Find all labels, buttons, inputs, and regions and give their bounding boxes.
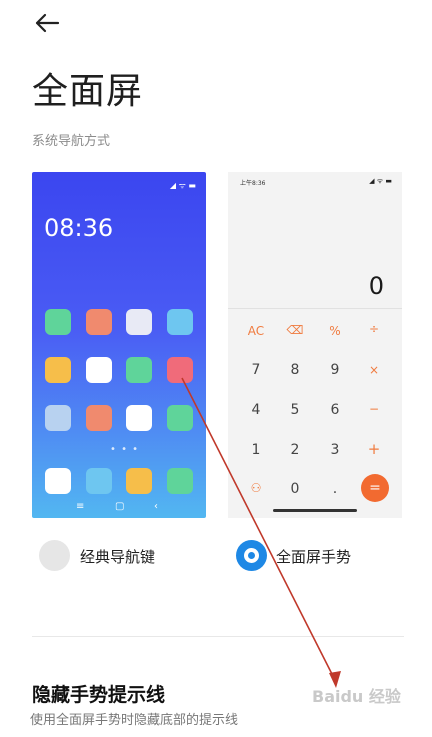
status-time: 上午8:36 <box>240 180 266 187</box>
calc-key-1: 1 <box>251 442 261 458</box>
app-icon <box>45 357 71 383</box>
app-icon <box>126 405 152 431</box>
calc-key-9: 9 <box>330 362 340 378</box>
dock-app-icon <box>167 468 193 494</box>
dock-app-icon <box>45 468 71 494</box>
app-icon <box>86 309 112 335</box>
app-icon <box>45 309 71 335</box>
section-subtitle: 系统导航方式 <box>32 134 111 149</box>
classic-navigation-label[interactable]: 经典导航键 <box>80 546 155 567</box>
gesture-navigation-radio[interactable] <box>236 540 267 571</box>
calc-key-multiply: × <box>368 363 380 377</box>
hide-gesture-line-title[interactable]: 隐藏手势提示线 <box>32 680 165 707</box>
page-indicator: • • • <box>110 444 140 455</box>
gesture-navigation-label[interactable]: 全面屏手势 <box>276 546 351 567</box>
app-icon <box>45 405 71 431</box>
home-icon: ▢ <box>115 501 125 512</box>
home-clock: 08:36 <box>44 214 114 242</box>
classic-navigation-radio[interactable] <box>39 540 70 571</box>
app-icon <box>126 309 152 335</box>
gesture-navigation-preview[interactable]: 上午8:36 ◢ ᯤ ▬ 0 AC ⌫ % ÷ 7 8 9 × 4 5 6 − … <box>228 172 402 518</box>
section-divider <box>32 636 404 637</box>
app-icon <box>167 309 193 335</box>
calc-key-3: 3 <box>330 442 340 458</box>
back-arrow-icon[interactable] <box>34 12 60 34</box>
calc-key-backspace: ⌫ <box>286 323 304 337</box>
app-icon <box>126 357 152 383</box>
calc-key-minus: − <box>368 402 380 416</box>
calc-key-percent: % <box>329 324 341 338</box>
menu-icon: ≡ <box>76 501 85 512</box>
status-icons: ◢ ᯤ ▬ <box>169 181 196 190</box>
calc-key-equals: = <box>361 474 389 502</box>
back-icon: ‹ <box>154 501 158 512</box>
app-icon <box>86 405 112 431</box>
calc-key-8: 8 <box>290 362 300 378</box>
page-title: 全面屏 <box>32 71 144 112</box>
calc-key-7: 7 <box>251 362 261 378</box>
calculator-divider <box>228 308 402 309</box>
baidu-watermark: Baidu 经验 <box>312 687 401 706</box>
calc-key-2: 2 <box>290 442 300 458</box>
dock-app-icon <box>86 468 112 494</box>
calc-key-clear: AC <box>247 324 265 338</box>
calc-key-mode: ⚇ <box>250 481 262 495</box>
dock-app-icon <box>126 468 152 494</box>
calc-key-dot: . <box>332 481 338 497</box>
calculator-display: 0 <box>368 272 384 300</box>
app-icon <box>86 357 112 383</box>
calc-key-6: 6 <box>330 402 340 418</box>
calc-key-4: 4 <box>251 402 261 418</box>
calc-key-plus: + <box>367 440 381 458</box>
radio-selected-dot <box>248 552 255 559</box>
gesture-hint-line <box>273 509 357 512</box>
hide-gesture-line-description: 使用全面屏手势时隐藏底部的提示线 <box>30 713 239 728</box>
calc-key-divide: ÷ <box>368 322 380 336</box>
navigation-bar: ≡ ▢ ‹ <box>32 498 206 518</box>
status-icons: ◢ ᯤ ▬ <box>369 177 392 185</box>
calc-key-5: 5 <box>290 402 300 418</box>
app-icon <box>167 405 193 431</box>
classic-navigation-preview[interactable]: ◢ ᯤ ▬ 08:36 • • • ≡ ▢ ‹ <box>32 172 206 518</box>
app-icon <box>167 357 193 383</box>
calc-key-0: 0 <box>290 481 300 497</box>
